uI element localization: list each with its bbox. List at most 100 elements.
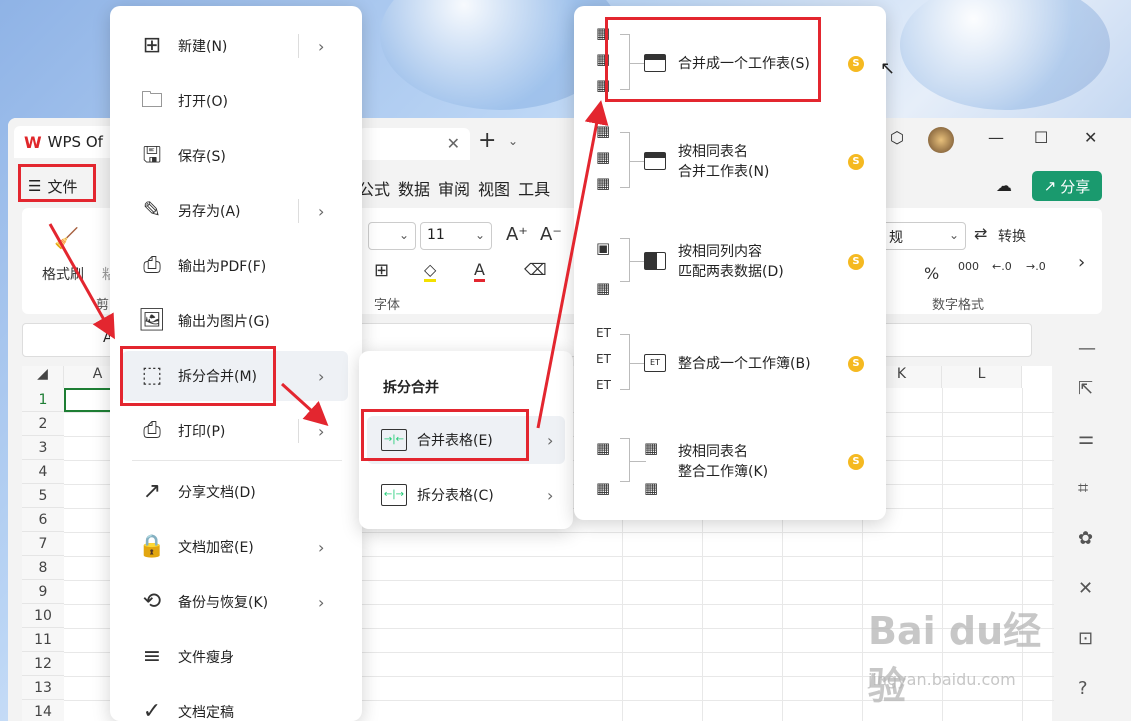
row-header[interactable]: 14 — [22, 700, 64, 721]
maximize-icon[interactable]: ☐ — [1034, 128, 1048, 147]
select-pointer-icon[interactable]: ⇱ — [1078, 378, 1093, 399]
menu-item-backup[interactable]: ⟲ 备份与恢复(K) › — [110, 577, 362, 627]
help-icon[interactable]: ? — [1078, 678, 1088, 699]
increase-decimal-icon[interactable]: ←.0 — [992, 260, 1012, 273]
wps-home-tab[interactable]: W WPS Of — [14, 126, 124, 158]
format-painter-label[interactable]: 格式刷 — [42, 264, 84, 284]
menu-item-new[interactable]: ⊞ 新建(N) › — [110, 21, 362, 71]
convert-icon[interactable]: ⇄ — [974, 224, 987, 243]
font-group-label: 字体 — [374, 298, 401, 313]
row-header[interactable]: 1 — [22, 388, 64, 412]
menu-item-file-slim[interactable]: ≡ 文件瘦身 — [110, 632, 362, 682]
row-header[interactable]: 11 — [22, 628, 64, 652]
font-size-combo[interactable]: 11 ⌄ — [420, 222, 492, 250]
row-header[interactable]: 2 — [22, 412, 64, 436]
row-header[interactable]: 9 — [22, 580, 64, 604]
chevron-right-icon[interactable]: › — [318, 37, 324, 56]
menu-item-split-table[interactable]: ←|→ 拆分表格(C) › — [367, 471, 565, 519]
tab-review[interactable]: 审阅 — [438, 176, 470, 200]
option-merge-by-sheet-name[interactable]: ▦ ▦ ▦ 按相同表名 合并工作表(N) S — [574, 114, 886, 214]
menu-item-open[interactable]: 🗀 打开(O) — [110, 76, 362, 126]
tab-data[interactable]: 数据 — [398, 176, 430, 200]
row-header[interactable]: 13 — [22, 676, 64, 700]
option-match-by-column[interactable]: ▣ ▦ 按相同列内容 匹配两表数据(D) S — [574, 214, 886, 314]
row-header[interactable]: 3 — [22, 436, 64, 460]
sheet-pair-icon: ▦ ▦ — [596, 439, 611, 497]
row-header[interactable]: 10 — [22, 604, 64, 628]
watermark-url: jingyan.baidu.com — [868, 670, 1016, 689]
thousands-icon[interactable]: 000 — [958, 260, 979, 273]
tab-formula[interactable]: 公式 — [358, 176, 390, 200]
tools-icon[interactable]: ✕ — [1078, 578, 1093, 599]
chevron-down-icon[interactable]: ⌄ — [508, 134, 518, 148]
row-header[interactable]: 12 — [22, 652, 64, 676]
collapse-icon[interactable]: — — [1078, 338, 1096, 359]
border-icon[interactable]: ⊞ — [374, 260, 389, 281]
vip-coin-icon: S — [848, 254, 864, 270]
folder-open-icon: 🗀 — [140, 88, 163, 113]
app-name: WPS Of — [47, 133, 103, 151]
chevron-right-icon[interactable]: › — [318, 367, 324, 386]
export-image-icon: 🖼 — [138, 308, 166, 333]
menu-item-print[interactable]: ⎙ 打印(P) › — [110, 406, 362, 456]
shapes-icon[interactable]: ✿ — [1078, 528, 1093, 549]
column-header-l[interactable]: L — [942, 366, 1022, 388]
new-doc-icon: ⊞ — [142, 33, 162, 58]
crop-icon[interactable]: ⌗ — [1078, 478, 1088, 499]
font-name-combo[interactable]: ⌄ — [368, 222, 416, 250]
tab-tools[interactable]: 工具 — [518, 176, 550, 200]
chevron-down-icon: ⌄ — [948, 228, 959, 242]
chevron-right-icon[interactable]: › — [318, 202, 324, 221]
convert-label[interactable]: 转换 — [998, 226, 1026, 246]
menu-item-finalize[interactable]: ✓ 文档定稿 — [110, 687, 362, 721]
menu-item-share-doc[interactable]: ↗ 分享文档(D) — [110, 467, 362, 517]
fill-color-icon[interactable]: ◇ — [424, 260, 437, 282]
column-header[interactable]: ◢ — [22, 366, 64, 388]
option-label: 按相同表名 整合工作簿(K) — [678, 444, 769, 480]
decrease-decimal-icon[interactable]: →.0 — [1026, 260, 1046, 273]
chevron-right-icon[interactable]: › — [318, 538, 324, 557]
chevron-right-icon[interactable]: › — [547, 486, 553, 505]
number-format-combo[interactable]: 规 ⌄ — [882, 222, 966, 250]
menu-item-save-as[interactable]: ✎ 另存为(A) › — [110, 186, 362, 236]
option-combine-by-sheet-name[interactable]: ▦ ▦ ▦ ▦ 按相同表名 整合工作簿(K) S — [574, 414, 886, 514]
clear-format-icon[interactable]: ⌫ — [524, 260, 547, 279]
matched-sheet-icon — [644, 252, 666, 270]
cube-icon[interactable]: ⬡ — [890, 128, 904, 147]
chevron-right-icon[interactable]: › — [318, 422, 324, 441]
row-header[interactable]: 8 — [22, 556, 64, 580]
share-button[interactable]: ↗ 分享 — [1032, 171, 1102, 201]
ribbon-scroll-right-icon[interactable]: › — [1078, 252, 1085, 273]
row-header[interactable]: 4 — [22, 460, 64, 484]
decrease-font-icon[interactable]: A⁻ — [540, 224, 562, 245]
option-combine-into-one-workbook[interactable]: ET ET ET ET 整合成一个工作簿(B) S — [574, 314, 886, 414]
share-doc-icon: ↗ — [142, 479, 162, 504]
font-color-icon[interactable]: A — [474, 260, 485, 282]
close-tab-icon[interactable]: ✕ — [447, 134, 460, 153]
cloud-icon[interactable]: ☁ — [996, 176, 1012, 195]
new-tab-button[interactable]: + — [478, 128, 496, 153]
percent-icon[interactable]: % — [924, 264, 939, 283]
avatar[interactable] — [928, 127, 954, 153]
menu-item-export-pdf[interactable]: ⎙ 输出为PDF(F) — [110, 241, 362, 291]
menu-item-export-image[interactable]: 🖼 输出为图片(G) — [110, 296, 362, 346]
format-painter-icon[interactable]: 🧹 — [54, 226, 79, 250]
increase-font-icon[interactable]: A⁺ — [506, 224, 528, 245]
chevron-right-icon[interactable]: › — [318, 593, 324, 612]
close-window-icon[interactable]: ✕ — [1084, 128, 1097, 147]
book-icon[interactable]: ⊡ — [1078, 628, 1093, 649]
wallpaper-bubble — [900, 0, 1110, 110]
bracket-connector — [620, 438, 630, 482]
row-header[interactable]: 5 — [22, 484, 64, 508]
adjust-icon[interactable]: ⚌ — [1078, 428, 1094, 449]
menu-item-label: 文件瘦身 — [178, 650, 234, 666]
menu-item-encrypt[interactable]: 🔒 文档加密(E) › — [110, 522, 362, 572]
document-tab[interactable]: ✕ — [358, 128, 470, 160]
select-all-icon[interactable]: ◢ — [37, 366, 48, 382]
tab-view[interactable]: 视图 — [478, 176, 510, 200]
chevron-right-icon[interactable]: › — [547, 431, 553, 450]
row-header[interactable]: 6 — [22, 508, 64, 532]
menu-item-save[interactable]: 🖫 保存(S) — [110, 131, 362, 181]
minimize-icon[interactable]: — — [988, 128, 1004, 147]
row-header[interactable]: 7 — [22, 532, 64, 556]
